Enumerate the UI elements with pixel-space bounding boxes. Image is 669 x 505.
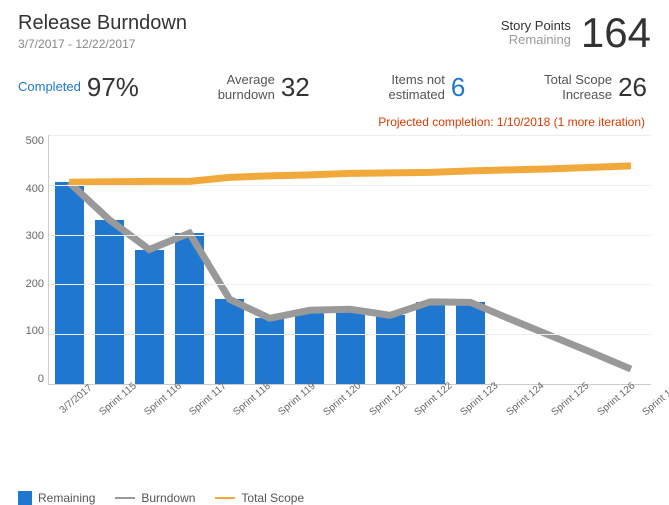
metric-label: estimated	[389, 88, 445, 102]
date-range: 3/7/2017 - 12/22/2017	[18, 37, 187, 51]
y-tick: 100	[18, 325, 44, 337]
sp-sublabel: Remaining	[501, 33, 571, 47]
metric-label: Completed	[18, 80, 81, 94]
metric-value: 97%	[87, 72, 139, 103]
page-title: Release Burndown	[18, 12, 187, 35]
legend-label: Total Scope	[241, 491, 304, 505]
legend-burndown: Burndown	[115, 491, 195, 505]
y-tick: 400	[18, 183, 44, 195]
sp-value: 164	[581, 12, 651, 54]
metric-label: Average	[218, 73, 275, 87]
metric-label: Items not	[389, 73, 445, 87]
projection-text: Projected completion: 1/10/2018 (1 more …	[18, 115, 651, 129]
header: Release Burndown 3/7/2017 - 12/22/2017 S…	[18, 12, 651, 54]
metric-value: 26	[618, 72, 647, 103]
metric-value: 6	[451, 72, 465, 103]
metric-not-estimated: Items not estimated 6	[389, 72, 466, 103]
plot-area	[48, 135, 651, 385]
y-tick: 0	[18, 373, 44, 385]
legend-remaining: Remaining	[18, 491, 95, 505]
y-axis: 500 400 300 200 100 0	[18, 135, 48, 385]
x-axis: 3/7/2017Sprint 115Sprint 116Sprint 117Sp…	[48, 389, 651, 408]
legend-label: Burndown	[141, 491, 195, 505]
metric-label: Total Scope	[544, 73, 612, 87]
metric-completed: Completed 97%	[18, 72, 139, 103]
lines-layer	[49, 135, 651, 384]
legend-label: Remaining	[38, 491, 95, 505]
burndown-chart: 500 400 300 200 100 0 3/7/2017Sprint 115Sprin…	[18, 135, 651, 435]
y-tick: 300	[18, 230, 44, 242]
metric-scope-increase: Total Scope Increase 26	[544, 72, 647, 103]
swatch-line-icon	[215, 497, 235, 499]
story-points-block: Story Points Remaining 164	[501, 12, 651, 54]
y-tick: 500	[18, 135, 44, 147]
swatch-bar-icon	[18, 491, 32, 505]
title-block: Release Burndown 3/7/2017 - 12/22/2017	[18, 12, 187, 51]
legend: Remaining Burndown Total Scope	[18, 491, 651, 505]
metric-label: Increase	[544, 88, 612, 102]
metric-avg-burndown: Average burndown 32	[218, 72, 310, 103]
y-tick: 200	[18, 278, 44, 290]
metric-label: burndown	[218, 88, 275, 102]
sp-label: Story Points	[501, 19, 571, 33]
swatch-line-icon	[115, 497, 135, 499]
line-total-scope	[69, 166, 631, 182]
metrics-row: Completed 97% Average burndown 32 Items …	[18, 72, 651, 103]
metric-value: 32	[281, 72, 310, 103]
legend-total-scope: Total Scope	[215, 491, 304, 505]
line-burndown	[69, 182, 631, 369]
